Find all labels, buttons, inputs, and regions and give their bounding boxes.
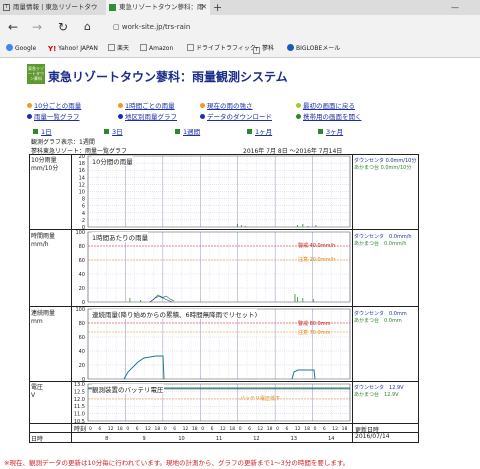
y-tick-label: 80	[79, 244, 85, 250]
y-tick-label: 40	[79, 349, 85, 355]
y-tick-label: 100	[75, 307, 85, 313]
legend-voltage-akamatsu: あかまつ台 12.9V	[354, 392, 399, 398]
time-tick-label: 6	[98, 426, 101, 432]
y-tick-label: 100	[75, 230, 85, 236]
threshold-cumulative-warning: 警戒 80.0mm	[298, 321, 331, 327]
time-tick-label: 12	[295, 426, 301, 432]
time-tick-label: 18	[192, 426, 198, 432]
time-tick-label: 6	[286, 426, 289, 432]
time-tick-label: 12	[257, 426, 263, 432]
y-tick-label: 10	[79, 190, 85, 196]
date-tick-label: 14	[328, 436, 334, 442]
legend-voltage-down: ダウンセンタ 12.9V	[354, 385, 404, 391]
y-tick-label: 12	[79, 182, 85, 188]
date-tick-label: 8	[105, 436, 108, 442]
y-tick-label: 14	[79, 175, 85, 181]
time-tick-label: 12	[183, 426, 189, 432]
y-tick-label: 10.5	[74, 419, 85, 425]
legend-cumulative-akamatsu: あかまつ台 0.0mm	[354, 318, 402, 324]
threshold-voltage-low: バッテリ電圧低下	[240, 396, 281, 402]
time-tick-label: 6	[136, 426, 139, 432]
y-tick-label: 11.0	[74, 412, 85, 418]
time-tick-label: 18	[155, 426, 161, 432]
time-tick-label: 18	[304, 426, 310, 432]
y-tick-label: 11.5	[74, 404, 85, 410]
legend-10min-akamatsu: あかまつ台 0.0mm/10分	[354, 165, 412, 171]
legend-cumulative-down: ダウンセンタ 0.0mm	[354, 311, 407, 317]
legend-10min-down: ダウンセンタ 0.0mm/10分	[354, 158, 417, 164]
time-tick-label: 12	[332, 426, 338, 432]
panel-title-10min: 10分間の雨量	[92, 156, 133, 166]
time-tick-label: 0	[314, 426, 317, 432]
time-tick-label: 6	[211, 426, 214, 432]
time-tick-label: 0	[239, 426, 242, 432]
time-tick-label: 0	[276, 426, 279, 432]
y-tick-label: 8	[82, 197, 85, 203]
time-tick-label: 12	[108, 426, 114, 432]
cumulative-series-down-2	[291, 369, 316, 380]
y-tick-label: 80	[79, 321, 85, 327]
date-tick-label: 12	[253, 436, 259, 442]
y-tick-label: 0	[82, 300, 85, 306]
threshold-hourly-caution: 注意 20.0mm/h	[298, 257, 336, 263]
time-tick-label: 6	[173, 426, 176, 432]
y-tick-label: 18	[79, 161, 85, 167]
y-tick-label: 20	[79, 363, 85, 369]
time-tick-label: 6	[248, 426, 251, 432]
y-tick-label: 13.0	[74, 382, 85, 388]
time-tick-label: 0	[89, 426, 92, 432]
date-tick-label: 10	[178, 436, 184, 442]
y-tick-label: 12.5	[74, 389, 85, 395]
panel-title-cumulative: 連続雨量(降り始めからの累積、6時間無降雨でリセット)	[92, 309, 258, 319]
footer-note: ※現在、観測データの更新は10分毎に行われています。現地の計測から、グラフの更新…	[4, 459, 350, 467]
time-tick-label: 18	[342, 426, 348, 432]
update-value: 2016/07/14	[355, 433, 390, 440]
y-tick-label: 12.0	[74, 397, 85, 403]
y-tick-label: 6	[82, 204, 85, 210]
panel-title-hourly: 1時間あたりの雨量	[92, 232, 149, 242]
y-tick-label: 60	[79, 335, 85, 341]
time-tick-label: 18	[117, 426, 123, 432]
date-tick-label: 11	[216, 436, 222, 442]
legend-hourly-down: ダウンセンタ 0.0mm/h	[354, 234, 412, 240]
y-tick-label: 20	[79, 154, 85, 160]
date-tick-label: 13	[291, 436, 297, 442]
y-tick-label: 20	[79, 286, 85, 292]
time-tick-label: 18	[229, 426, 235, 432]
time-tick-label: 0	[201, 426, 204, 432]
y-tick-label: 4	[82, 211, 85, 217]
panel-title-voltage: 観測装置のバッテリ電圧	[92, 384, 164, 394]
time-tick-label: 0	[126, 426, 129, 432]
y-tick-label: 16	[79, 168, 85, 174]
date-tick-label: 9	[143, 436, 146, 442]
y-tick-label: 60	[79, 258, 85, 264]
time-tick-label: 0	[164, 426, 167, 432]
time-tick-label: 18	[267, 426, 273, 432]
y-tick-label: 40	[79, 272, 85, 278]
threshold-hourly-warning: 警戒 40.0mm/h	[298, 243, 336, 249]
time-tick-label: 12	[220, 426, 226, 432]
time-tick-label: 6	[323, 426, 326, 432]
y-tick-label: 2	[82, 218, 85, 224]
threshold-cumulative-caution: 注意 70.0mm	[298, 330, 331, 336]
time-tick-label: 12	[145, 426, 151, 432]
legend-hourly-akamatsu: あかまつ台 0.0mm/h	[354, 241, 407, 247]
